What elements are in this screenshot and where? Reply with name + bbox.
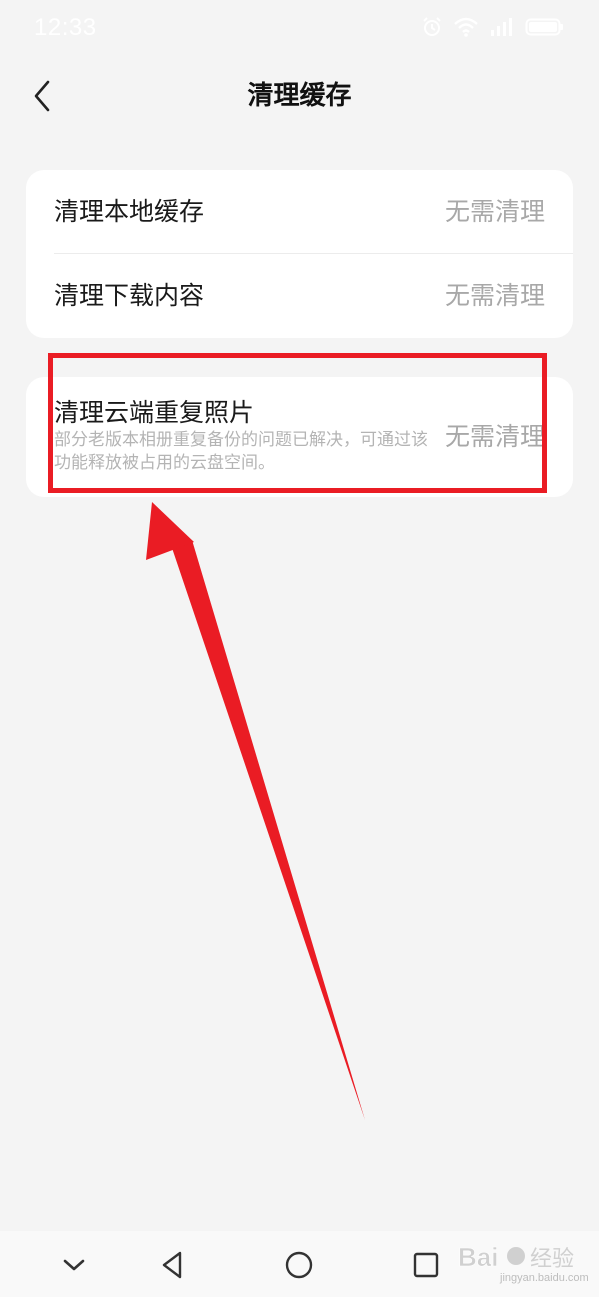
clear-local-cache-row[interactable]: 清理本地缓存 无需清理 xyxy=(26,170,573,254)
page-title: 清理缓存 xyxy=(247,81,352,111)
chevron-left-icon xyxy=(34,80,50,112)
row-status: 无需清理 xyxy=(444,197,545,226)
clear-downloads-row[interactable]: 清理下载内容 无需清理 xyxy=(26,254,573,338)
back-button[interactable] xyxy=(22,74,66,118)
back-triangle-icon xyxy=(162,1251,182,1279)
alarm-icon xyxy=(421,16,443,42)
hide-nav-button[interactable] xyxy=(52,1243,96,1287)
svg-text:经验: 经验 xyxy=(530,1247,574,1272)
row-label: 清理本地缓存 xyxy=(54,197,205,226)
annotation-highlight-box xyxy=(48,353,547,493)
status-time: 12:33 xyxy=(34,14,97,41)
home-circle-icon xyxy=(285,1251,313,1279)
chevron-down-icon xyxy=(63,1259,85,1271)
svg-text:Bai: Bai xyxy=(458,1242,498,1272)
status-icons xyxy=(421,16,565,42)
signal-icon xyxy=(489,16,515,42)
cache-card: 清理本地缓存 无需清理 清理下载内容 无需清理 xyxy=(26,170,573,338)
recents-square-icon xyxy=(413,1252,439,1278)
battery-icon xyxy=(525,16,565,42)
wifi-icon xyxy=(453,16,479,42)
watermark-text: jingyan.baidu.com xyxy=(500,1272,589,1284)
nav-recents-button[interactable] xyxy=(404,1243,448,1287)
screen: 12:33 清理缓存 清理本地缓存 无需清理 清理下载内容 无需清理 清理云端重… xyxy=(0,0,599,1297)
nav-home-button[interactable] xyxy=(277,1243,321,1287)
nav-back-button[interactable] xyxy=(150,1243,194,1287)
row-status: 无需清理 xyxy=(444,281,545,310)
status-bar: 12:33 xyxy=(0,0,599,58)
row-label: 清理下载内容 xyxy=(54,281,205,310)
